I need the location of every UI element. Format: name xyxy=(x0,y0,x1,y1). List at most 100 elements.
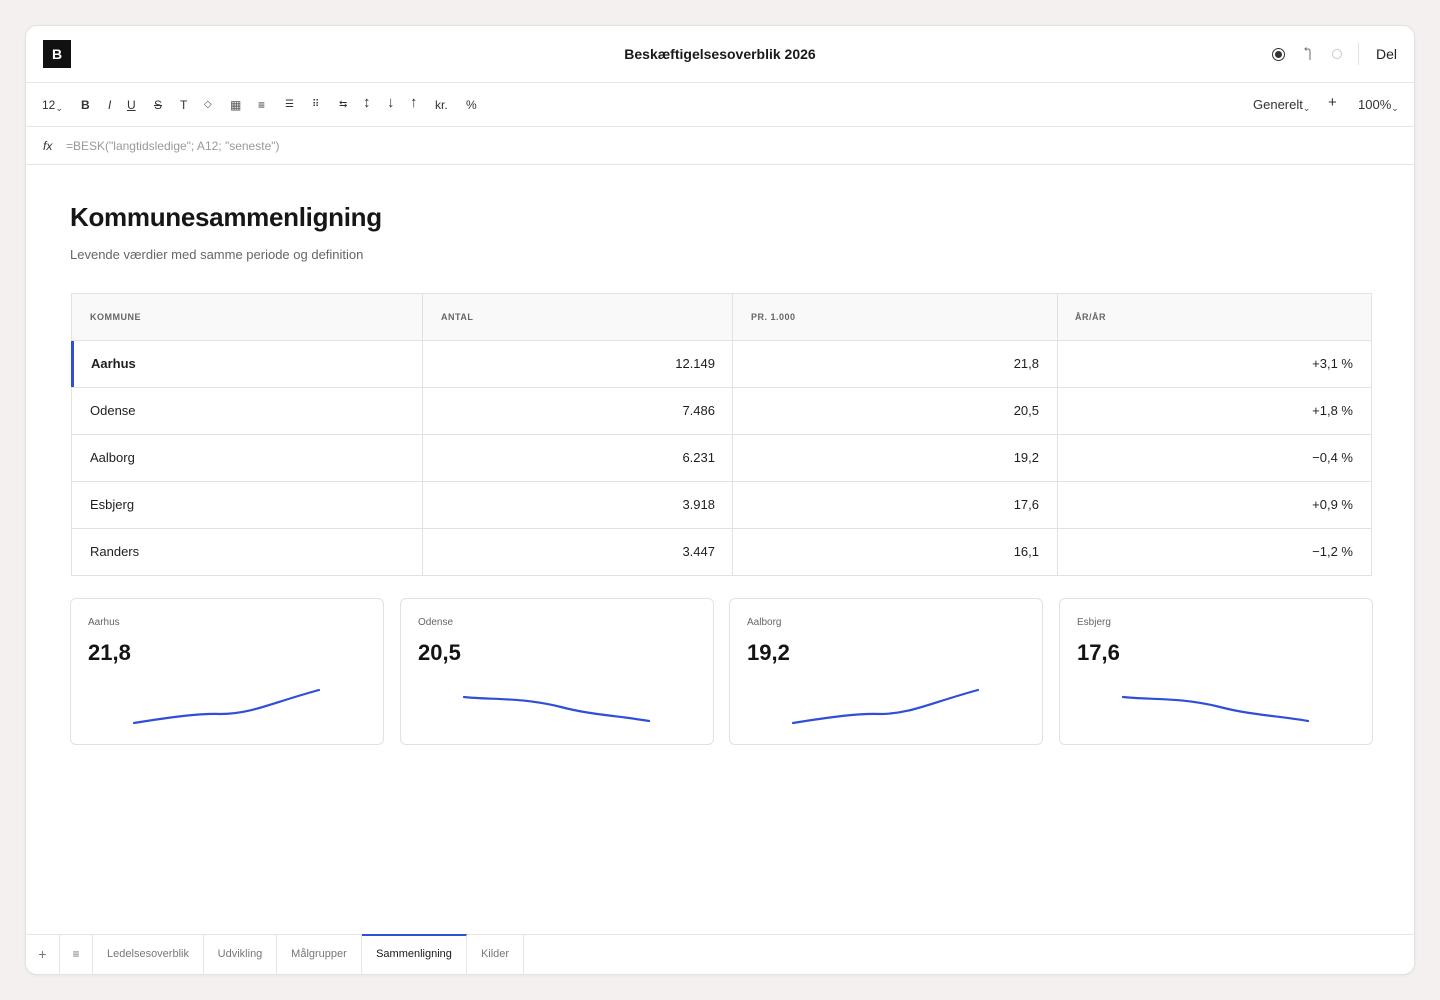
sparkline xyxy=(462,695,651,723)
kpi-card[interactable]: Aalborg 19,2 xyxy=(729,598,1043,745)
title-bar-divider xyxy=(1357,43,1359,65)
tab-sammenligning[interactable]: Sammenligning xyxy=(362,934,467,974)
cell-kommune[interactable]: Randers xyxy=(90,529,139,575)
column-divider xyxy=(732,294,733,575)
number-format-value: Generelt xyxy=(1253,97,1303,112)
sort-descending-icon[interactable]: ↓ xyxy=(387,95,395,111)
cell-aar-aar[interactable]: −1,2 % xyxy=(1312,529,1353,575)
tab-udvikling[interactable]: Udvikling xyxy=(204,935,277,974)
cell-kommune[interactable]: Esbjerg xyxy=(90,482,134,528)
cell-aar-aar[interactable]: +1,8 % xyxy=(1312,388,1353,434)
sparkline xyxy=(132,688,321,725)
kpi-card-label: Aarhus xyxy=(88,617,120,628)
kpi-card-value: 17,6 xyxy=(1077,640,1120,665)
align-right-icon[interactable]: ⠿ xyxy=(312,97,319,113)
app-window: B Beskæftigelsesoverblik 2026 Del 12⌄ B … xyxy=(25,25,1415,975)
share-button[interactable]: Del xyxy=(1376,46,1397,62)
sheet-menu-icon[interactable]: ≡ xyxy=(60,935,93,974)
cell-pr-1000[interactable]: 16,1 xyxy=(1014,529,1039,575)
row-height-icon[interactable]: ↕ xyxy=(363,95,371,111)
column-header-pr-1000[interactable]: PR. 1.000 xyxy=(751,294,796,341)
table-row[interactable]: Aarhus 12.149 21,8 +3,1 % xyxy=(71,341,1371,388)
kpi-card-label: Aalborg xyxy=(747,617,782,628)
kpi-card[interactable]: Aarhus 21,8 xyxy=(70,598,384,745)
kpi-card[interactable]: Esbjerg 17,6 xyxy=(1059,598,1373,745)
record-icon[interactable] xyxy=(1272,47,1286,61)
currency-format-button[interactable]: kr. xyxy=(435,97,448,113)
strikethrough-button[interactable]: S xyxy=(154,97,162,113)
cell-antal[interactable]: 6.231 xyxy=(682,435,715,481)
font-size-select[interactable]: 12⌄ xyxy=(42,97,63,116)
cell-antal[interactable]: 7.486 xyxy=(682,388,715,434)
italic-button[interactable]: I xyxy=(108,97,111,113)
cell-kommune[interactable]: Aarhus xyxy=(91,341,136,387)
bold-button[interactable]: B xyxy=(81,97,90,113)
table-row[interactable]: Randers 3.447 16,1 −1,2 % xyxy=(72,529,1371,576)
kpi-card-label: Odense xyxy=(418,617,454,628)
cell-pr-1000[interactable]: 19,2 xyxy=(1014,435,1039,481)
cell-aar-aar[interactable]: +0,9 % xyxy=(1312,482,1353,528)
cell-antal[interactable]: 3.918 xyxy=(682,482,715,528)
column-divider xyxy=(422,294,423,575)
number-format-select[interactable]: Generelt⌄ xyxy=(1253,97,1310,116)
document-title[interactable]: Beskæftigelsesoverblik 2026 xyxy=(26,46,1414,62)
column-header-aar-aar[interactable]: ÅR/ÅR xyxy=(1075,294,1106,341)
column-header-kommune[interactable]: KOMMUNE xyxy=(90,294,141,341)
comparison-table: KOMMUNE ANTAL PR. 1.000 ÅR/ÅR Aarhus 12.… xyxy=(71,293,1372,576)
tab-malgrupper[interactable]: Målgrupper xyxy=(277,935,362,974)
sort-ascending-icon[interactable]: ↑ xyxy=(410,95,418,111)
wrap-text-icon[interactable]: ⇆ xyxy=(339,97,347,113)
chevron-down-icon: ⌄ xyxy=(1391,103,1399,113)
column-header-antal[interactable]: ANTAL xyxy=(441,294,473,341)
title-bar: B Beskæftigelsesoverblik 2026 Del xyxy=(26,26,1414,83)
kpi-card-value: 21,8 xyxy=(88,640,131,665)
chevron-down-icon: ⌄ xyxy=(55,103,63,113)
formula-bar: fx =BESK("langtidsledige"; A12; "seneste… xyxy=(26,127,1414,165)
tab-kilder[interactable]: Kilder xyxy=(467,935,524,974)
formula-input[interactable]: =BESK("langtidsledige"; A12; "seneste") xyxy=(66,139,280,153)
sparkline-path xyxy=(791,688,980,725)
format-toolbar: 12⌄ B I U S T ◇ ▦ ≡ ☰ ⠿ ⇆ ↕ ↓ ↑ kr. % Ge… xyxy=(26,83,1414,127)
sparkline-path xyxy=(462,695,651,723)
sparkline xyxy=(1121,695,1310,723)
align-center-icon[interactable]: ☰ xyxy=(285,97,294,113)
page-title: Kommunesammenligning xyxy=(70,202,382,232)
table-row[interactable]: Esbjerg 3.918 17,6 +0,9 % xyxy=(72,482,1371,529)
title-bar-actions: Del xyxy=(1257,43,1397,65)
tab-ledelsesoverblik[interactable]: Ledelsesoverblik xyxy=(93,935,204,974)
fill-color-icon[interactable]: ◇ xyxy=(204,97,212,113)
percent-format-button[interactable]: % xyxy=(466,97,477,113)
cell-antal[interactable]: 3.447 xyxy=(682,529,715,575)
cell-kommune[interactable]: Aalborg xyxy=(90,435,135,481)
kpi-card-value: 20,5 xyxy=(418,640,461,665)
cell-kommune[interactable]: Odense xyxy=(90,388,136,434)
table-row[interactable]: Odense 7.486 20,5 +1,8 % xyxy=(72,388,1371,435)
align-left-icon[interactable]: ≡ xyxy=(258,97,265,113)
undo-icon[interactable] xyxy=(1301,47,1315,61)
add-sheet-button[interactable]: + xyxy=(26,935,60,974)
table-header: KOMMUNE ANTAL PR. 1.000 ÅR/ÅR xyxy=(72,294,1371,341)
cell-pr-1000[interactable]: 17,6 xyxy=(1014,482,1039,528)
status-circle-icon[interactable] xyxy=(1330,47,1344,61)
borders-icon[interactable]: ▦ xyxy=(230,97,241,113)
cell-pr-1000[interactable]: 21,8 xyxy=(1014,341,1039,387)
zoom-value: 100% xyxy=(1358,97,1392,112)
add-icon[interactable]: + xyxy=(1328,95,1337,111)
cell-antal[interactable]: 12.149 xyxy=(675,341,715,387)
table-row[interactable]: Aalborg 6.231 19,2 −0,4 % xyxy=(72,435,1371,482)
cell-aar-aar[interactable]: −0,4 % xyxy=(1312,435,1353,481)
chevron-down-icon: ⌄ xyxy=(1302,103,1311,113)
cell-pr-1000[interactable]: 20,5 xyxy=(1014,388,1039,434)
kpi-card[interactable]: Odense 20,5 xyxy=(400,598,714,745)
sparkline-path xyxy=(1121,695,1310,723)
zoom-select[interactable]: 100%⌄ xyxy=(1358,97,1399,116)
cell-aar-aar[interactable]: +3,1 % xyxy=(1312,341,1353,387)
underline-button[interactable]: U xyxy=(127,97,136,113)
font-size-value: 12 xyxy=(42,98,56,112)
text-color-button[interactable]: T xyxy=(180,97,187,113)
fx-icon: fx xyxy=(43,139,53,153)
sheet-tabs: + ≡ Ledelsesoverblik Udvikling Målgruppe… xyxy=(26,934,1414,974)
sparkline xyxy=(791,688,980,725)
sparkline-path xyxy=(132,688,321,725)
kpi-card-value: 19,2 xyxy=(747,640,790,665)
